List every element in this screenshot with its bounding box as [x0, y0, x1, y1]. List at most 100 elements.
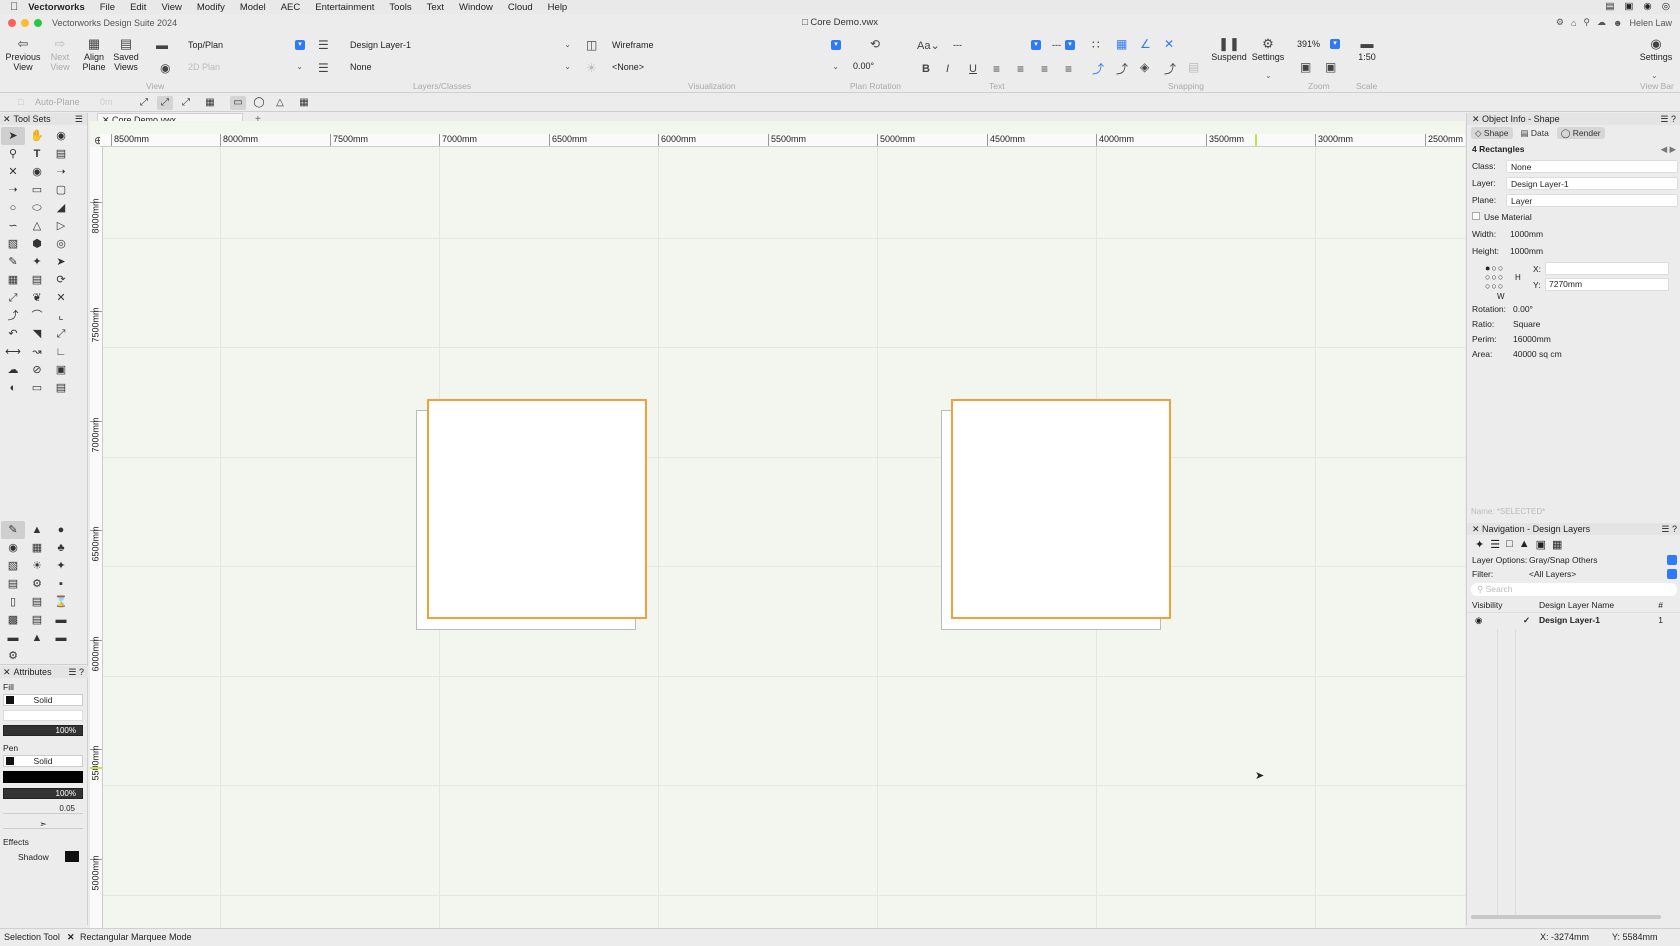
drawing-canvas[interactable] [90, 121, 1465, 929]
use-material-checkbox[interactable] [1472, 212, 1480, 220]
clip-tool-icon[interactable]: ◥ [25, 325, 49, 343]
landscape-toolset-icon[interactable]: ♣ [49, 539, 73, 557]
symbol-insertion-tool-icon[interactable]: ◉ [25, 163, 49, 181]
tab-sheet-layers-icon[interactable]: □ [1506, 538, 1513, 550]
saved-views-button[interactable]: ▤ Saved Views [110, 37, 142, 73]
regular-polygon-tool-icon[interactable]: ⬢ [25, 235, 49, 253]
cable-toolset-icon[interactable]: ▬ [49, 629, 73, 647]
control-center-icon[interactable]: ◎ [1662, 1, 1670, 12]
menu-icon[interactable]: ☰ ? [68, 667, 84, 678]
double-polygon-tool-icon[interactable]: ▧ [1, 235, 25, 253]
tab-shape[interactable]: ◇ Shape [1471, 127, 1513, 139]
menu-icon[interactable]: ☰ [75, 114, 83, 125]
menu-app[interactable]: Vectorworks [28, 2, 85, 13]
tool-preferences-icon[interactable]: ▦ [296, 96, 312, 110]
chevron-down-icon[interactable] [1667, 555, 1677, 565]
snap-distance-icon[interactable]: ⤴ [1092, 60, 1104, 77]
cloud-tool-icon[interactable]: ☁ [1, 361, 25, 379]
locus-tool-icon[interactable]: ✕ [1, 163, 25, 181]
visibility-tool-icon[interactable]: ➤ [49, 253, 73, 271]
filter-dropdown[interactable]: <All Layers> [1529, 567, 1576, 581]
justify-icon[interactable]: ≡ [1065, 62, 1072, 76]
camera-toolset-icon[interactable]: ▩ [1, 611, 25, 629]
rotate-tool-icon[interactable]: ⟳ [49, 271, 73, 289]
fillet-tool-icon[interactable]: ⌒ [25, 307, 49, 325]
fasteners-toolset-icon[interactable]: ▪ [49, 575, 73, 593]
building-shell-toolset-icon[interactable]: ▲ [25, 521, 49, 539]
mode-resize-icon[interactable]: ⤢ [157, 96, 173, 110]
name-field[interactable]: Name: *SELECTED* [1471, 507, 1545, 516]
attribute-mapping-tool-icon[interactable]: ✦ [25, 253, 49, 271]
menu-cloud[interactable]: Cloud [508, 2, 533, 13]
snap-grid-icon[interactable]: ∷ [1092, 38, 1100, 52]
bend-tool-icon[interactable]: ↶ [1, 325, 25, 343]
trim-tool-icon[interactable]: ✕ [49, 289, 73, 307]
menu-modify[interactable]: Modify [197, 2, 225, 13]
align-center-icon[interactable]: ≡ [1017, 62, 1024, 76]
scale-button[interactable]: ▬ 1:50 [1352, 37, 1382, 63]
stage-toolset-icon[interactable]: ▬ [1, 629, 25, 647]
auto-plane-toggle[interactable]: Auto-Plane [35, 97, 80, 107]
snap-object-icon[interactable]: ▦ [1116, 37, 1127, 51]
pen-opacity[interactable]: 100% [3, 788, 83, 799]
align-plane-button[interactable]: ▦ Align Plane [78, 37, 110, 73]
search-icon[interactable]: ⚲ [1583, 17, 1590, 28]
layer-dropdown[interactable]: Design Layer-1 [1506, 177, 1678, 190]
selection-tool-icon[interactable]: ➤ [1, 127, 25, 145]
tab-classes-icon[interactable]: ✦ [1475, 538, 1484, 551]
height-input[interactable]: 1000mm [1506, 245, 1678, 258]
menu-file[interactable]: File [100, 2, 115, 13]
y-input[interactable]: 7270mm [1545, 278, 1669, 291]
col-layer-name[interactable]: Design Layer Name [1539, 598, 1614, 613]
fill-opacity[interactable]: 100% [3, 725, 83, 736]
fit-to-objects-icon[interactable]: ▣ [1300, 60, 1311, 74]
survey-toolset-icon[interactable]: ▤ [25, 611, 49, 629]
menu-aec[interactable]: AEC [281, 2, 301, 13]
spiral-tool-icon[interactable]: ◎ [49, 235, 73, 253]
x-input[interactable] [1545, 262, 1669, 275]
polygon-marquee-icon[interactable]: △ [272, 96, 288, 110]
sheet-border-tool-icon[interactable]: ▭ [25, 379, 49, 397]
user-name[interactable]: Helen Law [1629, 18, 1672, 28]
italic-icon[interactable]: I [946, 63, 949, 75]
pen-style-dropdown[interactable]: Solid [3, 755, 83, 767]
protractor-tool-icon[interactable]: ◐ [1, 379, 25, 397]
menu-help[interactable]: Help [548, 2, 568, 13]
reshape-tool-icon[interactable]: ⤢ [1, 289, 25, 307]
align-right-icon[interactable]: ≡ [1041, 62, 1048, 76]
snap-intersection-icon[interactable]: ✕ [1164, 37, 1174, 51]
text-tool-icon[interactable]: T [25, 145, 49, 163]
menu-edit[interactable]: Edit [130, 2, 146, 13]
plan-rotation-value[interactable]: 0.00° [853, 61, 874, 71]
menu-icon[interactable]: ☰ ? [1660, 113, 1676, 125]
dims-notes-toolset-icon[interactable]: ✎ [1, 521, 25, 539]
menu-entertainment[interactable]: Entertainment [315, 2, 374, 13]
auto-plane-offset[interactable]: 0m [100, 97, 113, 107]
circle-tool-icon[interactable]: ○ [1, 199, 25, 217]
menu-text[interactable]: Text [427, 2, 444, 13]
horizontal-scrollbar[interactable] [1471, 915, 1661, 919]
tab-layers-icon[interactable]: ☰ [1490, 538, 1500, 551]
callout-tool-icon[interactable]: ▤ [49, 145, 73, 163]
rectangle-marquee-icon[interactable]: ▭ [230, 96, 246, 110]
eyedropper-tool-icon[interactable]: ✎ [1, 253, 25, 271]
notification-icon[interactable]: ◉ [1643, 1, 1651, 12]
hatch-tool-icon[interactable]: ▤ [49, 379, 73, 397]
cloud-icon[interactable]: ☁ [1597, 17, 1606, 28]
align-left-icon[interactable]: ≡ [993, 62, 1000, 76]
eye-icon[interactable]: ◉ [1475, 613, 1482, 628]
constrained-dimension-icon[interactable]: ↝ [25, 343, 49, 361]
col-number[interactable]: # [1658, 598, 1663, 613]
font-size-dropdown[interactable]: --- ▾ [1047, 39, 1077, 53]
detailing-toolset-icon[interactable]: ▧ [1, 557, 25, 575]
snap-settings-button[interactable]: ⚙ Settings [1249, 37, 1287, 63]
pan-tool-icon[interactable]: ✋ [25, 127, 49, 145]
spotlight-toolset-icon[interactable]: ☀ [25, 557, 49, 575]
close-icon[interactable]: ✕ [1472, 114, 1482, 124]
arc-tool-icon[interactable]: ◢ [49, 199, 73, 217]
snap-working-plane-icon[interactable]: ▤ [1188, 60, 1199, 74]
offset-tool-icon[interactable]: ▤ [25, 271, 49, 289]
width-input[interactable]: 1000mm [1506, 228, 1678, 241]
line-tool-icon[interactable]: ➝ [49, 163, 73, 181]
close-icon[interactable]: ✕ [3, 667, 11, 678]
